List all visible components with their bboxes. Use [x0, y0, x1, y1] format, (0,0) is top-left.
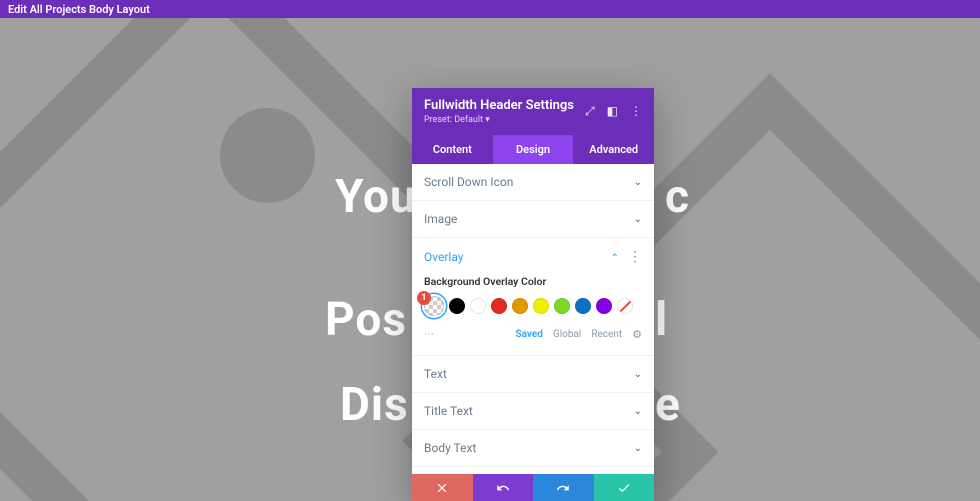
chevron-up-icon: ⌃: [611, 253, 619, 264]
modal-title: Fullwidth Header Settings: [424, 98, 574, 113]
tab-content[interactable]: Content: [412, 135, 493, 164]
section-label: Scroll Down Icon: [424, 175, 513, 189]
swatch-transparent[interactable]: [424, 296, 444, 316]
section-label: Body Text: [424, 441, 476, 455]
top-bar-title: Edit All Projects Body Layout: [8, 3, 150, 16]
color-swatches: [424, 296, 642, 316]
cancel-button[interactable]: [412, 474, 473, 501]
hero-text-partial: c: [665, 170, 689, 224]
section-overlay-header[interactable]: Overlay ⌃ ⋮: [424, 249, 642, 265]
tab-design[interactable]: Design: [493, 135, 574, 164]
hero-text-partial: Pos: [325, 293, 407, 347]
swatch-green[interactable]: [554, 298, 570, 314]
modal-header[interactable]: Fullwidth Header Settings Preset: Defaul…: [412, 88, 654, 135]
modal-footer: [412, 474, 654, 501]
hero-text-partial: You: [335, 170, 417, 224]
check-icon: [617, 481, 631, 495]
swatch-orange[interactable]: [512, 298, 528, 314]
redo-icon: [556, 481, 570, 495]
swatch-yellow[interactable]: [533, 298, 549, 314]
chevron-down-icon: ⌄: [634, 214, 642, 225]
swatch-blue[interactable]: [575, 298, 591, 314]
section-image[interactable]: Image ⌄: [412, 201, 654, 238]
section-label: Overlay: [424, 250, 463, 264]
swatch-red[interactable]: [491, 298, 507, 314]
top-bar: Edit All Projects Body Layout: [0, 0, 980, 18]
palette-tab-recent[interactable]: Recent: [591, 329, 622, 340]
save-button[interactable]: [594, 474, 655, 501]
section-body-text[interactable]: Body Text ⌄: [412, 430, 654, 467]
settings-modal: Fullwidth Header Settings Preset: Defaul…: [412, 88, 654, 501]
chevron-down-icon: ⌄: [634, 369, 642, 380]
hero-text-partial: Dis: [340, 378, 409, 432]
chevron-down-icon: ⌄: [634, 406, 642, 417]
section-title-text[interactable]: Title Text ⌄: [412, 393, 654, 430]
swatch-white[interactable]: [470, 298, 486, 314]
section-label: Image: [424, 212, 457, 226]
modal-body[interactable]: Scroll Down Icon ⌄ Image ⌄ Overlay ⌃ ⋮ B…: [412, 164, 654, 474]
more-swatches-button[interactable]: ⋯: [424, 329, 436, 340]
hero-text-partial: e: [655, 378, 680, 432]
preset-dropdown[interactable]: Preset: Default ▾: [424, 115, 574, 125]
kebab-menu-icon[interactable]: ⋮: [630, 104, 642, 119]
hero-text-partial: l: [655, 293, 667, 347]
undo-button[interactable]: [473, 474, 534, 501]
section-options-icon[interactable]: ⋮: [628, 249, 642, 265]
redo-button[interactable]: [533, 474, 594, 501]
swatch-none[interactable]: [617, 298, 633, 314]
section-label: Title Text: [424, 404, 473, 418]
section-overlay: Overlay ⌃ ⋮ Background Overlay Color: [412, 238, 654, 356]
overlay-color-label: Background Overlay Color: [424, 275, 642, 288]
chevron-down-icon: ⌄: [634, 177, 642, 188]
swatch-purple[interactable]: [596, 298, 612, 314]
swatch-black[interactable]: [449, 298, 465, 314]
section-label: Text: [424, 367, 447, 381]
editor-canvas: You c Pos l Dis e Fullwidth Header Setti…: [0, 18, 980, 501]
section-text[interactable]: Text ⌄: [412, 356, 654, 393]
tab-advanced[interactable]: Advanced: [573, 135, 654, 164]
chevron-down-icon: ⌄: [634, 443, 642, 454]
expand-icon[interactable]: ⤢: [585, 104, 595, 119]
section-scroll-down-icon[interactable]: Scroll Down Icon ⌄: [412, 164, 654, 201]
close-icon: [435, 481, 449, 495]
section-subtitle-text[interactable]: Subtitle Text ⌄: [412, 467, 654, 474]
palette-tab-global[interactable]: Global: [553, 329, 581, 340]
palette-tab-saved[interactable]: Saved: [516, 329, 543, 340]
gear-icon[interactable]: ⚙: [632, 328, 642, 341]
modal-tabs: Content Design Advanced: [412, 135, 654, 164]
undo-icon: [496, 481, 510, 495]
snap-icon[interactable]: ◧: [607, 104, 618, 119]
